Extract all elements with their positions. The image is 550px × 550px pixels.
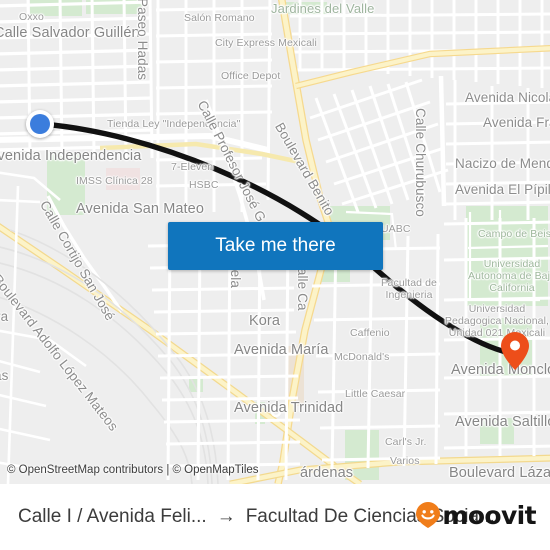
moovit-pin-icon xyxy=(416,502,441,528)
route-origin-label: Calle I / Avenida Feli... xyxy=(18,506,207,527)
footer-bar: Calle I / Avenida Feli... → Facultad De … xyxy=(0,484,550,550)
moovit-logo[interactable]: moovit xyxy=(416,500,537,530)
moovit-map-screenshot: Oxxo Calle Salvador Guillén Paseo Hadas … xyxy=(0,0,550,550)
arrow-right-icon: → xyxy=(216,506,236,527)
origin-marker-inner xyxy=(30,114,50,134)
take-me-there-button[interactable]: Take me there xyxy=(168,222,383,270)
destination-pin-icon xyxy=(501,332,529,370)
origin-marker[interactable] xyxy=(26,110,54,138)
map-canvas[interactable]: Oxxo Calle Salvador Guillén Paseo Hadas … xyxy=(0,0,550,484)
building-blocks xyxy=(106,168,140,190)
moovit-wordmark: moovit xyxy=(442,500,536,530)
road-churubusco xyxy=(438,75,447,207)
map-attribution[interactable]: © OpenStreetMap contributors | © OpenMap… xyxy=(7,464,259,476)
destination-pin[interactable] xyxy=(501,332,529,370)
